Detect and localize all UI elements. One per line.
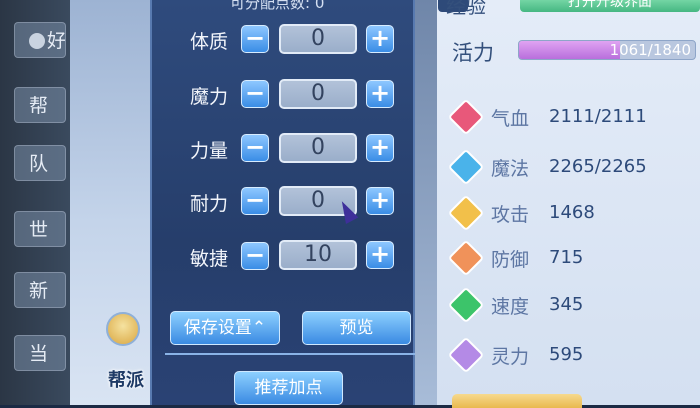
endurance-minus-button[interactable]: − <box>241 187 269 215</box>
strength-minus-button[interactable]: − <box>241 134 269 162</box>
panel-divider <box>165 353 415 355</box>
experience-label: 经验 <box>446 0 486 18</box>
chat-channel-newbie[interactable]: 新 <box>14 272 66 308</box>
vitality-bar: 1061/1840 <box>518 40 696 60</box>
stat-name-attack: 攻击 <box>491 204 530 226</box>
chat-channel-world[interactable]: 世 <box>14 211 66 247</box>
attr-label-agility: 敏捷 <box>190 248 229 270</box>
save-settings-button[interactable]: 保存设置⌃ <box>170 311 280 345</box>
stat-value-spirit: 595 <box>549 344 584 365</box>
endurance-plus-button[interactable]: + <box>366 187 394 215</box>
vitality-label: 活力 <box>452 41 494 65</box>
agility-value-field[interactable]: 10 <box>279 240 357 270</box>
open-upgrade-button[interactable]: 打开升级界面 <box>520 0 700 12</box>
magic-minus-button[interactable]: − <box>241 80 269 108</box>
magic-value-field[interactable]: 0 <box>279 79 357 109</box>
magic-plus-button[interactable]: + <box>366 80 394 108</box>
guild-icon[interactable] <box>106 312 140 346</box>
available-points-text: 可分配点数: 0 <box>230 0 325 12</box>
stat-value-speed: 345 <box>549 294 584 315</box>
bottom-action-button[interactable] <box>452 394 582 408</box>
attr-label-strength: 力量 <box>190 140 229 162</box>
chat-channel-guild[interactable]: 帮 <box>14 87 66 123</box>
constitution-plus-button[interactable]: + <box>366 25 394 53</box>
stat-value-mana: 2265/2265 <box>549 156 647 177</box>
chevron-up-icon: ⌃ <box>251 318 267 338</box>
background-scene <box>70 0 150 405</box>
background-scene-strip <box>415 0 437 405</box>
chat-channel-column: 好 帮 队 世 新 当 <box>0 0 70 405</box>
recommend-points-button[interactable]: 推荐加点 <box>234 371 343 405</box>
stat-name-hp: 气血 <box>491 108 530 130</box>
stat-name-defense: 防御 <box>491 249 530 271</box>
chat-channel-label: 好 <box>47 30 66 52</box>
strength-plus-button[interactable]: + <box>366 134 394 162</box>
stat-name-speed: 速度 <box>491 296 530 318</box>
stat-value-hp: 2111/2111 <box>549 106 647 127</box>
strength-value-field[interactable]: 0 <box>279 133 357 163</box>
chat-channel-current[interactable]: 当 <box>14 335 66 371</box>
save-settings-label: 保存设置 <box>183 318 252 338</box>
stat-value-defense: 715 <box>549 247 584 268</box>
stat-value-attack: 1468 <box>549 202 595 223</box>
vitality-value: 1061/1840 <box>609 41 691 59</box>
agility-plus-button[interactable]: + <box>366 241 394 269</box>
stat-name-spirit: 灵力 <box>491 346 530 368</box>
guild-label[interactable]: 帮派 <box>108 366 144 392</box>
chat-channel-team[interactable]: 队 <box>14 145 66 181</box>
attr-label-endurance: 耐力 <box>190 193 229 215</box>
preview-button[interactable]: 预览 <box>302 311 411 345</box>
constitution-value-field[interactable]: 0 <box>279 24 357 54</box>
constitution-minus-button[interactable]: − <box>241 25 269 53</box>
user-icon <box>29 33 45 49</box>
agility-minus-button[interactable]: − <box>241 242 269 270</box>
stat-name-mana: 魔法 <box>491 158 530 180</box>
attr-label-magic: 魔力 <box>190 86 229 108</box>
chat-channel-friends[interactable]: 好 <box>14 22 66 58</box>
attr-label-constitution: 体质 <box>190 31 229 53</box>
